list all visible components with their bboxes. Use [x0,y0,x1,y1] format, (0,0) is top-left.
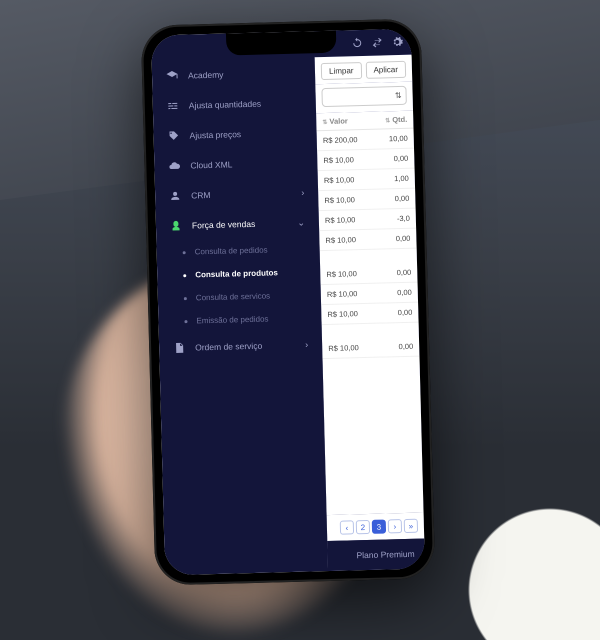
filter-row: ⇅ [315,82,413,114]
table-row[interactable]: R$ 10,000,00 [319,229,416,252]
table-row[interactable]: R$ 10,000,00 [321,303,418,326]
page-›[interactable]: › [388,519,402,533]
cell-valor: R$ 10,00 [324,174,383,185]
sidebar-item-label: Academy [188,68,301,81]
cell-qtd: 0,00 [386,288,412,298]
col-qtd[interactable]: Qtd. [392,115,407,124]
sort-icon[interactable]: ⇅ [322,120,327,126]
person-icon [169,190,181,202]
select-caret-icon: ⇅ [395,91,402,100]
tag-icon [167,130,179,142]
cloud-icon [168,160,180,172]
cell-valor: R$ 200,00 [323,134,382,145]
pagination: ‹23›» [327,513,425,542]
table-row[interactable]: R$ 10,000,00 [317,149,414,172]
cell-valor: R$ 10,00 [325,214,384,225]
sidebar-item-label: Ajusta preços [189,128,302,141]
settings-icon[interactable] [391,36,403,48]
products-table: ⇅Valor ⇅Qtd. R$ 200,0010,00R$ 10,000,00R… [316,111,423,515]
table-row[interactable]: R$ 10,000,00 [321,283,418,306]
apply-button[interactable]: Aplicar [365,61,406,79]
table-row[interactable]: R$ 10,000,00 [318,189,415,212]
sidebar-item-ajusta-precos[interactable]: Ajusta preços [153,117,317,151]
page-‹[interactable]: ‹ [340,520,354,534]
filter-actions: Limpar Aplicar [315,55,413,85]
cell-valor: R$ 10,00 [328,342,387,353]
page-3[interactable]: 3 [372,520,386,534]
phone-notch [226,31,337,56]
cell-qtd: 0,00 [382,154,408,164]
cell-valor: R$ 10,00 [327,288,386,299]
sidebar-item-ajusta-quantidades[interactable]: Ajusta quantidades [152,87,316,121]
table-row[interactable]: R$ 10,000,00 [320,263,417,286]
cell-qtd: 0,00 [383,194,409,204]
sidebar-item-crm[interactable]: CRM › [155,177,319,211]
sidebar-item-cloud-xml[interactable]: Cloud XML [154,147,318,181]
cell-qtd: 0,00 [386,308,412,318]
submenu-forca-de-vendas: Consulta de pedidos Consulta de produtos… [156,237,321,333]
table-row[interactable]: R$ 200,0010,00 [317,129,414,152]
sidebar-item-ordem-servico[interactable]: Ordem de serviço › [159,329,323,363]
cell-valor: R$ 10,00 [325,234,384,245]
sidebar-item-label: CRM [191,188,291,201]
col-valor[interactable]: Valor [329,116,348,125]
cell-qtd: 0,00 [385,268,411,278]
table-row[interactable]: R$ 10,000,00 [322,337,419,360]
footer: Plano Premium [327,539,425,572]
sidebar-item-label: Força de vendas [192,218,288,230]
cell-valor: R$ 10,00 [323,154,382,165]
sidebar-item-label: Cloud XML [190,158,303,171]
filter-select[interactable]: ⇅ [322,86,407,107]
sidebar-drawer: Academy Ajusta quantidades Ajusta preços… [151,31,328,575]
content-pane: Limpar Aplicar ⇅ ⇅Valor ⇅Qtd. R$ 200,001… [314,29,425,571]
table-row[interactable]: R$ 10,001,00 [318,169,415,192]
transfer-icon[interactable] [371,36,383,48]
cell-valor: R$ 10,00 [324,194,383,205]
refresh-icon[interactable] [351,37,363,49]
sidebar-item-label: Ordem de serviço [195,340,295,353]
handshake-icon [170,220,182,232]
sort-icon[interactable]: ⇅ [385,118,390,124]
cell-qtd: 0,00 [387,342,413,352]
table-row[interactable]: R$ 10,00-3,0 [319,209,416,232]
page-»[interactable]: » [404,519,418,533]
sidebar-item-academy[interactable]: Academy [152,57,316,91]
chevron-down-icon: ⌄ [297,217,305,228]
clear-button[interactable]: Limpar [321,62,362,80]
cell-qtd: -3,0 [384,214,410,224]
academy-icon [166,70,178,82]
chevron-right-icon: › [305,339,308,349]
plan-label: Plano Premium [356,549,414,561]
chevron-right-icon: › [301,188,304,198]
sidebar-item-label: Ajusta quantidades [189,98,302,111]
sliders-icon [167,100,179,112]
cell-qtd: 10,00 [382,134,408,144]
cell-valor: R$ 10,00 [327,308,386,319]
cell-qtd: 1,00 [383,174,409,184]
submenu-emissao-pedidos[interactable]: Emissão de pedidos [188,306,322,332]
phone-frame: Academy Ajusta quantidades Ajusta preços… [141,18,436,585]
page-2[interactable]: 2 [356,520,370,534]
sidebar-item-forca-de-vendas[interactable]: Força de vendas ⌄ [156,207,320,241]
cell-qtd: 0,00 [384,234,410,244]
doc-icon [173,342,185,354]
cell-valor: R$ 10,00 [326,268,385,279]
